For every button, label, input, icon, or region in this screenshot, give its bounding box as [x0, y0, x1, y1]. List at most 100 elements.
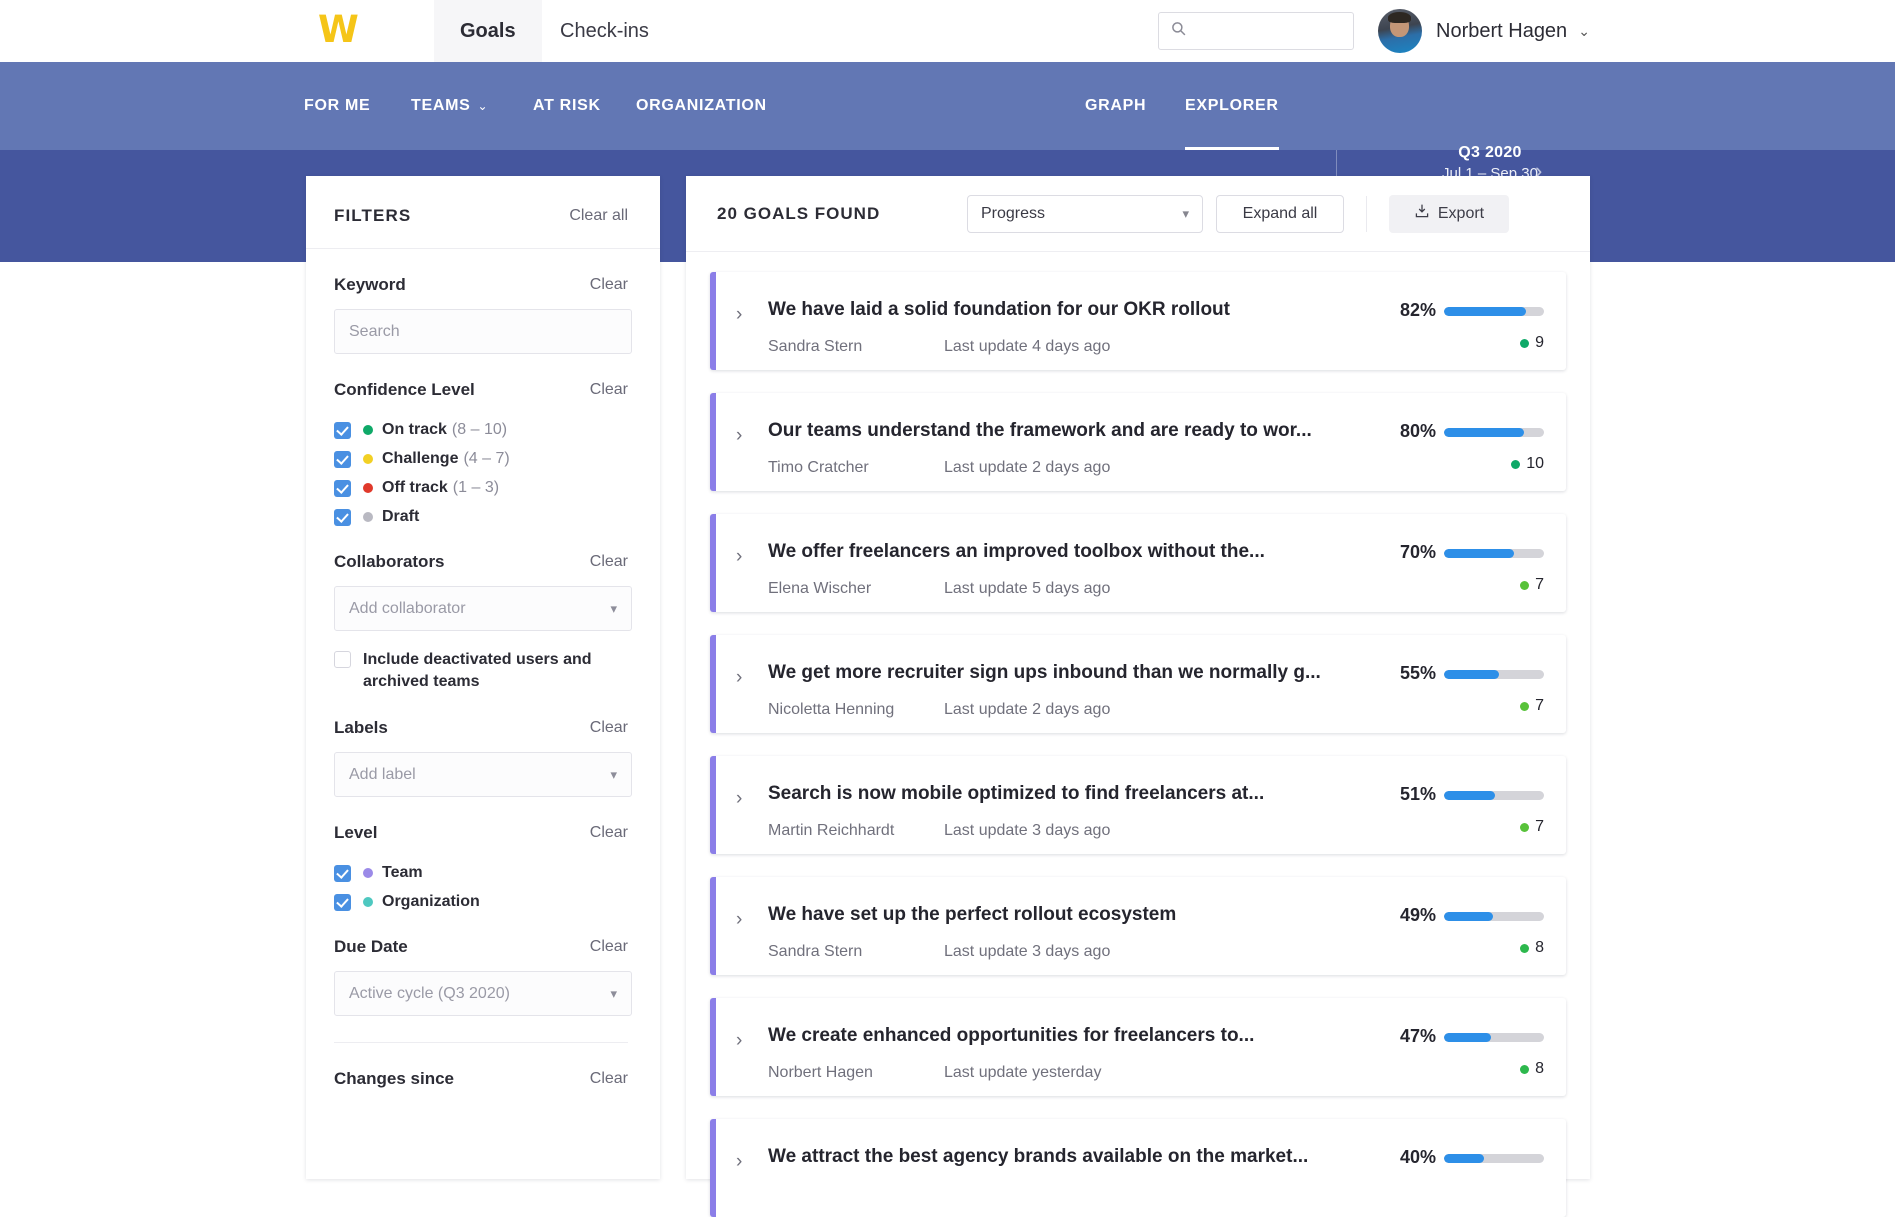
- checkbox[interactable]: [334, 865, 351, 882]
- goal-card[interactable]: ›We have set up the perfect rollout ecos…: [710, 877, 1566, 975]
- checkbox[interactable]: [334, 451, 351, 468]
- avatar: [1378, 9, 1422, 53]
- checkbox[interactable]: [334, 480, 351, 497]
- tab-goals[interactable]: Goals: [434, 0, 542, 62]
- filters-header: FILTERS Clear all: [306, 176, 660, 249]
- chevron-down-icon: ▾: [610, 601, 617, 617]
- goal-owner: Sandra Stern: [768, 943, 862, 961]
- goal-card[interactable]: ›We attract the best agency brands avail…: [710, 1119, 1566, 1217]
- level-clear-button[interactable]: Clear: [590, 824, 628, 842]
- clear-all-button[interactable]: Clear all: [569, 207, 628, 225]
- chevron-down-icon: ▾: [1182, 206, 1189, 222]
- confidence-dot: [1520, 581, 1529, 590]
- confidence-dot: [1520, 702, 1529, 711]
- nav-for-me-label: FOR ME: [304, 97, 370, 115]
- goal-last-update: Last update 2 days ago: [944, 701, 1110, 719]
- expand-goal-icon[interactable]: ›: [736, 425, 742, 447]
- goal-card[interactable]: ›We have laid a solid foundation for our…: [710, 272, 1566, 370]
- keyword-clear-button[interactable]: Clear: [590, 276, 628, 294]
- collaborator-select[interactable]: Add collaborator ▾: [334, 586, 632, 631]
- confidence-clear-button[interactable]: Clear: [590, 381, 628, 399]
- expand-goal-icon[interactable]: ›: [736, 1151, 742, 1173]
- confidence-option-draft[interactable]: Draft: [334, 508, 628, 526]
- confidence-title: Confidence Level: [334, 380, 475, 400]
- goal-card[interactable]: › Our teams understand the framework and …: [710, 393, 1566, 491]
- expand-goal-icon[interactable]: ›: [736, 667, 742, 689]
- option-label: Off track: [382, 479, 448, 497]
- goal-owner: Sandra Stern: [768, 338, 862, 356]
- goal-card[interactable]: ›We create enhanced opportunities for fr…: [710, 998, 1566, 1096]
- goal-last-update: Last update 5 days ago: [944, 580, 1110, 598]
- nav-at-risk[interactable]: AT RISK: [533, 62, 601, 150]
- due-date-clear-button[interactable]: Clear: [590, 938, 628, 956]
- user-menu[interactable]: Norbert Hagen ⌄: [1378, 8, 1590, 54]
- confidence-option-off-track[interactable]: Off track (1 – 3): [334, 479, 628, 497]
- labels-clear-button[interactable]: Clear: [590, 719, 628, 737]
- nav-for-me[interactable]: FOR ME: [304, 62, 370, 150]
- view-graph[interactable]: GRAPH: [1085, 62, 1146, 150]
- confidence-value: 7: [1535, 697, 1544, 715]
- level-option-team[interactable]: Team: [334, 864, 628, 882]
- global-search[interactable]: [1158, 12, 1354, 50]
- checkbox[interactable]: [334, 894, 351, 911]
- goal-confidence: 8: [1444, 1060, 1544, 1078]
- tab-check-ins[interactable]: Check-ins: [534, 0, 675, 62]
- goal-last-update: Last update yesterday: [944, 1064, 1101, 1082]
- sort-select[interactable]: Progress ▾: [967, 195, 1203, 233]
- changes-since-clear-button[interactable]: Clear: [590, 1070, 628, 1088]
- checkbox[interactable]: [334, 651, 351, 668]
- status-dot: [363, 425, 373, 435]
- level-option-organization[interactable]: Organization: [334, 893, 628, 911]
- checkbox[interactable]: [334, 422, 351, 439]
- status-dot: [363, 454, 373, 464]
- goal-card[interactable]: ›We get more recruiter sign ups inbound …: [710, 635, 1566, 733]
- keyword-placeholder: Search: [349, 323, 617, 341]
- nav-organization[interactable]: ORGANIZATION: [636, 62, 767, 150]
- export-label: Export: [1438, 205, 1484, 223]
- level-filter: Level Clear Team Organization: [306, 797, 660, 911]
- confidence-option-challenge[interactable]: Challenge (4 – 7): [334, 450, 628, 468]
- toolbar-divider: [1366, 196, 1367, 232]
- view-explorer-label: EXPLORER: [1185, 97, 1279, 115]
- expand-goal-icon[interactable]: ›: [736, 1030, 742, 1052]
- goal-card[interactable]: ›We offer freelancers an improved toolbo…: [710, 514, 1566, 612]
- goal-progress-bar: [1444, 1033, 1544, 1042]
- goal-confidence: 7: [1444, 818, 1544, 836]
- export-button[interactable]: Export: [1389, 195, 1509, 233]
- goal-progress-bar: [1444, 1154, 1544, 1163]
- view-explorer[interactable]: EXPLORER: [1185, 62, 1279, 150]
- expand-goal-icon[interactable]: ›: [736, 788, 742, 810]
- goal-title: Our teams understand the framework and a…: [768, 420, 1396, 442]
- labels-title: Labels: [334, 718, 388, 738]
- status-dot: [363, 483, 373, 493]
- confidence-dot: [1511, 460, 1520, 469]
- search-input[interactable]: [1194, 23, 1344, 39]
- goal-owner: Timo Cratcher: [768, 459, 869, 477]
- expand-goal-icon[interactable]: ›: [736, 909, 742, 931]
- include-deactivated-row[interactable]: Include deactivated users and archived t…: [334, 649, 628, 692]
- option-label: Draft: [382, 508, 419, 526]
- nav-teams[interactable]: TEAMS ⌄: [411, 62, 488, 150]
- due-date-select[interactable]: Active cycle (Q3 2020) ▾: [334, 971, 632, 1016]
- sort-value: Progress: [981, 205, 1182, 223]
- goal-progress-percent: 82%: [1376, 300, 1436, 321]
- confidence-option-on-track[interactable]: On track (8 – 10): [334, 421, 628, 439]
- user-name: Norbert Hagen: [1436, 20, 1567, 43]
- checkbox[interactable]: [334, 509, 351, 526]
- expand-goal-icon[interactable]: ›: [736, 304, 742, 326]
- keyword-input[interactable]: Search: [334, 309, 632, 354]
- goal-progress-bar: [1444, 428, 1544, 437]
- collaborators-clear-button[interactable]: Clear: [590, 553, 628, 571]
- expand-all-button[interactable]: Expand all: [1216, 195, 1344, 233]
- option-label: On track: [382, 421, 447, 439]
- expand-goal-icon[interactable]: ›: [736, 546, 742, 568]
- goals-panel: 20 GOALS FOUND Progress ▾ Expand all Exp…: [686, 176, 1590, 1179]
- secondary-nav-bar: FOR ME TEAMS ⌄ AT RISK ORGANIZATION GRAP…: [0, 62, 1895, 150]
- confidence-value: 8: [1535, 1060, 1544, 1078]
- label-select[interactable]: Add label ▾: [334, 752, 632, 797]
- goal-card[interactable]: ›Search is now mobile optimized to find …: [710, 756, 1566, 854]
- app-logo[interactable]: W: [318, 10, 366, 50]
- keyword-title: Keyword: [334, 275, 406, 295]
- chevron-down-icon: ▾: [610, 767, 617, 783]
- collaborator-placeholder: Add collaborator: [349, 600, 610, 618]
